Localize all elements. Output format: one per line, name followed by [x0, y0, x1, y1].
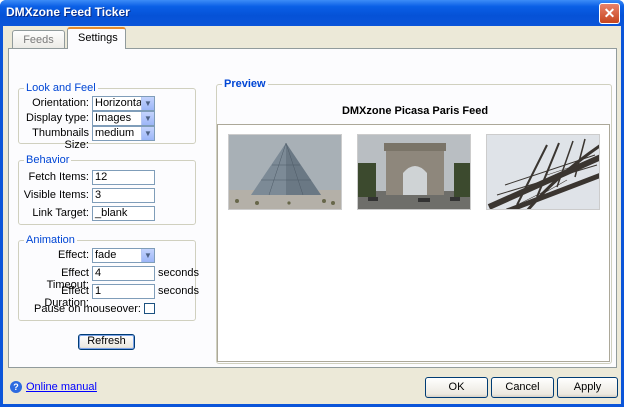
thumbnail-louvre-pyramid[interactable]: [228, 134, 342, 210]
chevron-down-icon[interactable]: ▼: [141, 97, 154, 110]
close-icon: ✕: [603, 5, 616, 21]
animation-legend: Animation: [24, 234, 77, 246]
dialog-window: DMXzone Feed Ticker ✕ Feeds Settings Loo…: [0, 0, 624, 407]
thumbnails-size-value: medium: [95, 127, 135, 139]
effect-timeout-unit: seconds: [158, 267, 199, 279]
effect-label: Effect:: [58, 249, 89, 261]
pause-on-mouseover-checkbox[interactable]: [144, 303, 155, 314]
behavior-group: Behavior Fetch Items: 12 Visible Items: …: [18, 154, 196, 225]
dialog-client: Feeds Settings Look and Feel Orientation…: [3, 26, 621, 404]
close-button[interactable]: ✕: [599, 3, 620, 24]
display-type-value: Images: [95, 112, 132, 124]
preview-feed-title: DMXzone Picasa Paris Feed: [341, 105, 489, 117]
look-and-feel-group: Look and Feel Orientation: Horizontal ▼ …: [18, 82, 196, 151]
display-type-select[interactable]: Images ▼: [92, 111, 155, 126]
effect-select[interactable]: fade ▼: [92, 248, 155, 263]
window-title: DMXzone Feed Ticker: [6, 5, 130, 19]
thumbnail-arc-de-triomphe[interactable]: [357, 134, 471, 210]
arc-de-triomphe-image: [358, 135, 470, 209]
apply-button[interactable]: Apply: [557, 377, 618, 398]
chevron-down-icon[interactable]: ▼: [141, 127, 154, 140]
thumbnails-size-label: Thumbnails Size:: [32, 127, 89, 151]
link-target-input[interactable]: _blank: [92, 206, 155, 221]
effect-timeout-input[interactable]: 4: [92, 266, 155, 281]
pause-on-mouseover-label: Pause on mouseover:: [33, 303, 141, 315]
louvre-pyramid-image: [229, 135, 341, 209]
preview-legend: Preview: [222, 78, 268, 90]
visible-items-label: Visible Items:: [23, 189, 89, 201]
cancel-button[interactable]: Cancel: [491, 377, 554, 398]
chevron-down-icon[interactable]: ▼: [141, 249, 154, 262]
online-manual-link[interactable]: Online manual: [26, 381, 97, 393]
settings-panel: Look and Feel Orientation: Horizontal ▼ …: [8, 48, 617, 368]
ok-button[interactable]: OK: [425, 377, 488, 398]
visible-items-input[interactable]: 3: [92, 188, 155, 203]
animation-group: Animation Effect: fade ▼ Effect Timeout:…: [18, 234, 199, 321]
chevron-down-icon[interactable]: ▼: [141, 112, 154, 125]
fetch-items-input[interactable]: 12: [92, 170, 155, 185]
tab-settings[interactable]: Settings: [67, 27, 126, 49]
tab-feeds[interactable]: Feeds: [12, 30, 65, 48]
fetch-items-label: Fetch Items:: [28, 171, 89, 183]
orientation-value: Horizontal: [95, 97, 145, 109]
help-icon[interactable]: ?: [10, 381, 22, 393]
effect-duration-input[interactable]: 1: [92, 284, 155, 299]
link-target-label: Link Target:: [32, 207, 89, 219]
effect-value: fade: [95, 249, 117, 261]
orientation-label: Orientation:: [32, 97, 89, 109]
orientation-select[interactable]: Horizontal ▼: [92, 96, 155, 111]
thumbnails-size-select[interactable]: medium ▼: [92, 126, 155, 141]
effect-duration-unit: seconds: [158, 285, 199, 297]
title-bar[interactable]: DMXzone Feed Ticker ✕: [0, 0, 624, 26]
look-and-feel-legend: Look and Feel: [24, 82, 98, 94]
refresh-button[interactable]: Refresh: [78, 334, 135, 350]
thumbnail-eiffel-tower[interactable]: [486, 134, 600, 210]
display-type-label: Display type:: [26, 112, 89, 124]
eiffel-tower-image: [487, 135, 599, 209]
behavior-legend: Behavior: [24, 154, 72, 166]
preview-canvas: [217, 124, 610, 362]
